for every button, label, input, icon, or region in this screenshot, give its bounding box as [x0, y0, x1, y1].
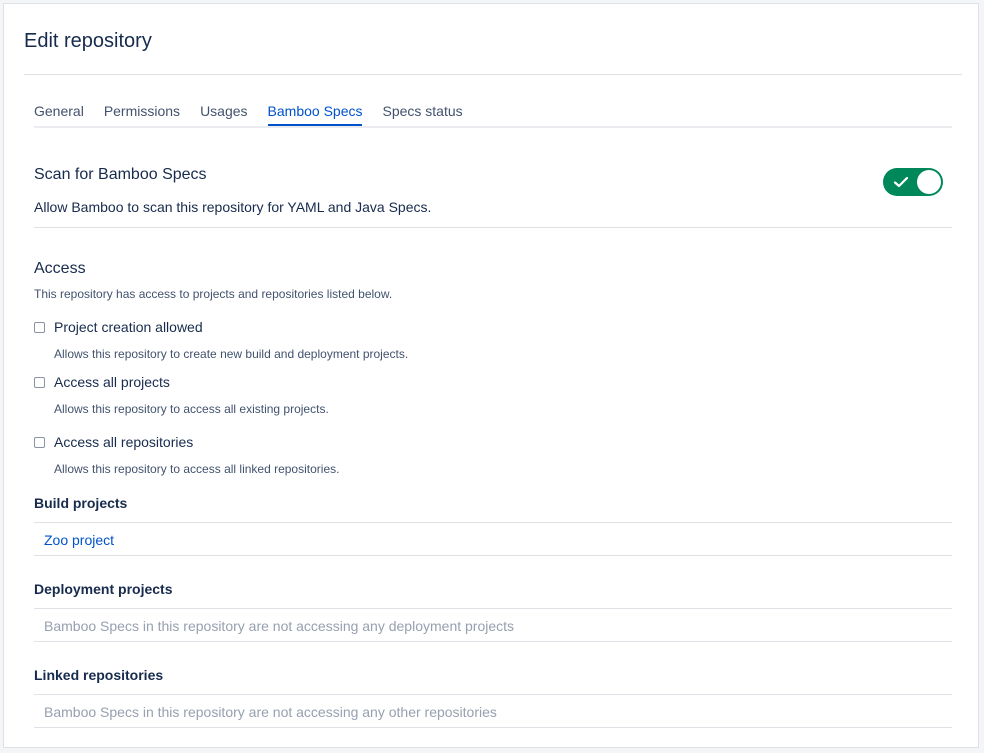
- build-projects-label: Build projects: [34, 495, 128, 511]
- check-icon: [893, 176, 909, 188]
- access-all-repositories-checkbox[interactable]: [34, 437, 45, 448]
- access-all-repositories-label: Access all repositories: [54, 434, 194, 450]
- tab-usages[interactable]: Usages: [200, 102, 247, 124]
- access-all-projects-label: Access all projects: [54, 374, 170, 390]
- option-project-creation: Project creation allowed: [34, 319, 203, 335]
- tab-bar: General Permissions Usages Bamboo Specs …: [34, 102, 952, 128]
- linked-repositories-list: Bamboo Specs in this repository are not …: [34, 694, 952, 728]
- page-title: Edit repository: [24, 30, 152, 52]
- title-divider: [24, 74, 962, 75]
- deployment-projects-label: Deployment projects: [34, 581, 173, 597]
- linked-repositories-empty-message: Bamboo Specs in this repository are not …: [44, 704, 497, 720]
- deployment-projects-empty-message: Bamboo Specs in this repository are not …: [44, 618, 515, 634]
- linked-repositories-label: Linked repositories: [34, 667, 164, 683]
- scan-description: Allow Bamboo to scan this repository for…: [34, 199, 432, 215]
- tab-permissions[interactable]: Permissions: [104, 102, 180, 124]
- build-projects-list: Zoo project: [34, 522, 952, 556]
- tab-specs-status[interactable]: Specs status: [382, 102, 462, 124]
- access-all-projects-checkbox[interactable]: [34, 377, 45, 388]
- toggle-knob: [917, 170, 941, 194]
- access-section-title: Access: [34, 260, 86, 277]
- tab-general[interactable]: General: [34, 102, 84, 124]
- access-description: This repository has access to projects a…: [34, 287, 393, 301]
- access-all-projects-help: Allows this repository to access all exi…: [54, 402, 329, 416]
- project-creation-checkbox[interactable]: [34, 322, 45, 333]
- option-access-all-projects: Access all projects: [34, 374, 170, 390]
- project-creation-label: Project creation allowed: [54, 319, 203, 335]
- scan-toggle[interactable]: [883, 168, 943, 196]
- access-all-repositories-help: Allows this repository to access all lin…: [54, 462, 340, 476]
- project-creation-help: Allows this repository to create new bui…: [54, 347, 409, 361]
- option-access-all-repositories: Access all repositories: [34, 434, 193, 450]
- scan-divider: [34, 227, 952, 228]
- edit-repository-panel: Edit repository General Permissions Usag…: [3, 3, 979, 748]
- tab-bamboo-specs[interactable]: Bamboo Specs: [267, 102, 362, 126]
- build-project-link[interactable]: Zoo project: [44, 532, 114, 548]
- scan-section-title: Scan for Bamboo Specs: [34, 166, 207, 183]
- deployment-projects-list: Bamboo Specs in this repository are not …: [34, 608, 952, 642]
